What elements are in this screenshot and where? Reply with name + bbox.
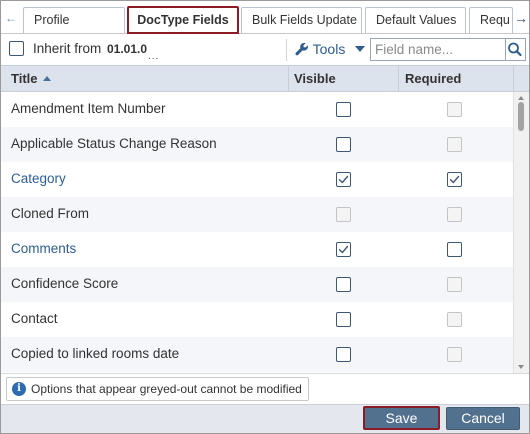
required-checkbox — [447, 277, 462, 292]
search-button[interactable] — [506, 38, 526, 61]
inherit-checkbox[interactable] — [9, 41, 24, 56]
visible-checkbox[interactable] — [336, 277, 351, 292]
table-row: Contact — [1, 302, 513, 337]
field-title: Applicable Status Change Reason — [11, 136, 217, 151]
tab-scroll-left-icon[interactable]: ← — [3, 7, 19, 29]
save-button[interactable]: Save — [363, 406, 440, 430]
scrollbar-thumb[interactable] — [518, 102, 524, 131]
field-title[interactable]: Comments — [11, 241, 76, 256]
table-row: Confidence Score — [1, 267, 513, 302]
vertical-scrollbar[interactable] — [513, 92, 529, 373]
tools-label: Tools — [312, 41, 346, 57]
required-checkbox — [447, 102, 462, 117]
column-header-required[interactable]: Required — [405, 66, 461, 91]
info-message: i Options that appear greyed-out cannot … — [6, 377, 309, 401]
table-row: Amendment Item Number — [1, 92, 513, 127]
required-checkbox — [447, 207, 462, 222]
field-name-search-input[interactable] — [370, 38, 506, 61]
table-row: Category — [1, 162, 513, 197]
column-header-title[interactable]: Title — [11, 66, 51, 91]
required-checkbox — [447, 312, 462, 327]
tab-profile[interactable]: Profile — [23, 7, 125, 33]
table-row: Cloned From — [1, 197, 513, 232]
tab-doctype-fields[interactable]: DocType Fields — [127, 6, 239, 34]
field-title: Confidence Score — [11, 276, 119, 291]
visible-checkbox[interactable] — [336, 102, 351, 117]
table-row: Comments — [1, 232, 513, 267]
visible-checkbox[interactable] — [336, 242, 351, 257]
column-divider — [288, 66, 289, 91]
tools-menu-button[interactable]: Tools — [295, 41, 366, 57]
inherit-label: Inherit from — [33, 41, 102, 56]
action-bar: Save Cancel — [1, 404, 529, 433]
cancel-button[interactable]: Cancel — [446, 407, 520, 430]
field-title[interactable]: Category — [11, 171, 66, 186]
info-icon: i — [12, 382, 26, 396]
column-divider — [398, 66, 399, 91]
table-row: Applicable Status Change Reason — [1, 127, 513, 162]
visible-checkbox[interactable] — [336, 172, 351, 187]
field-title: Amendment Item Number — [11, 101, 166, 116]
tab-bar: ← Profile DocType Fields Bulk Fields Upd… — [1, 1, 529, 34]
info-area: i Options that appear greyed-out cannot … — [1, 373, 529, 404]
tab-default-values[interactable]: Default Values — [365, 7, 466, 33]
inherit-version: 01.01.0 — [107, 42, 148, 56]
info-text: Options that appear greyed-out cannot be… — [31, 382, 302, 396]
scroll-up-icon[interactable] — [518, 96, 524, 100]
field-title: Copied to linked rooms date — [11, 346, 180, 361]
visible-checkbox[interactable] — [336, 137, 351, 152]
column-title-label: Title — [11, 71, 38, 86]
toolbar: Inherit from 01.01.0 ... Tools — [1, 34, 529, 65]
field-title: Cloned From — [11, 206, 90, 221]
visible-checkbox[interactable] — [336, 347, 351, 362]
chevron-down-icon — [355, 46, 366, 52]
tab-required[interactable]: Requ — [469, 7, 513, 33]
tab-scroll-right-icon[interactable]: → — [513, 7, 529, 29]
required-checkbox — [447, 137, 462, 152]
field-title: Contact — [11, 311, 58, 326]
search-icon — [508, 42, 522, 57]
fields-grid: Amendment Item Number Applicable Status C… — [1, 92, 513, 372]
required-checkbox — [447, 347, 462, 362]
visible-checkbox — [336, 207, 351, 222]
table-row: Copied to linked rooms date — [1, 337, 513, 372]
toolbar-divider — [286, 39, 287, 61]
column-divider — [513, 66, 514, 91]
inherit-more-icon[interactable]: ... — [148, 51, 159, 62]
scroll-down-icon[interactable] — [518, 365, 524, 369]
grid-header: Title Visible Required — [1, 65, 529, 92]
wrench-icon — [295, 42, 309, 56]
visible-checkbox[interactable] — [336, 312, 351, 327]
sort-ascending-icon — [42, 76, 51, 81]
required-checkbox[interactable] — [447, 172, 462, 187]
doctype-settings-dialog: ← Profile DocType Fields Bulk Fields Upd… — [0, 0, 530, 434]
required-checkbox[interactable] — [447, 242, 462, 257]
column-header-visible[interactable]: Visible — [294, 66, 336, 91]
tab-bulk-fields-update[interactable]: Bulk Fields Update — [241, 7, 362, 33]
